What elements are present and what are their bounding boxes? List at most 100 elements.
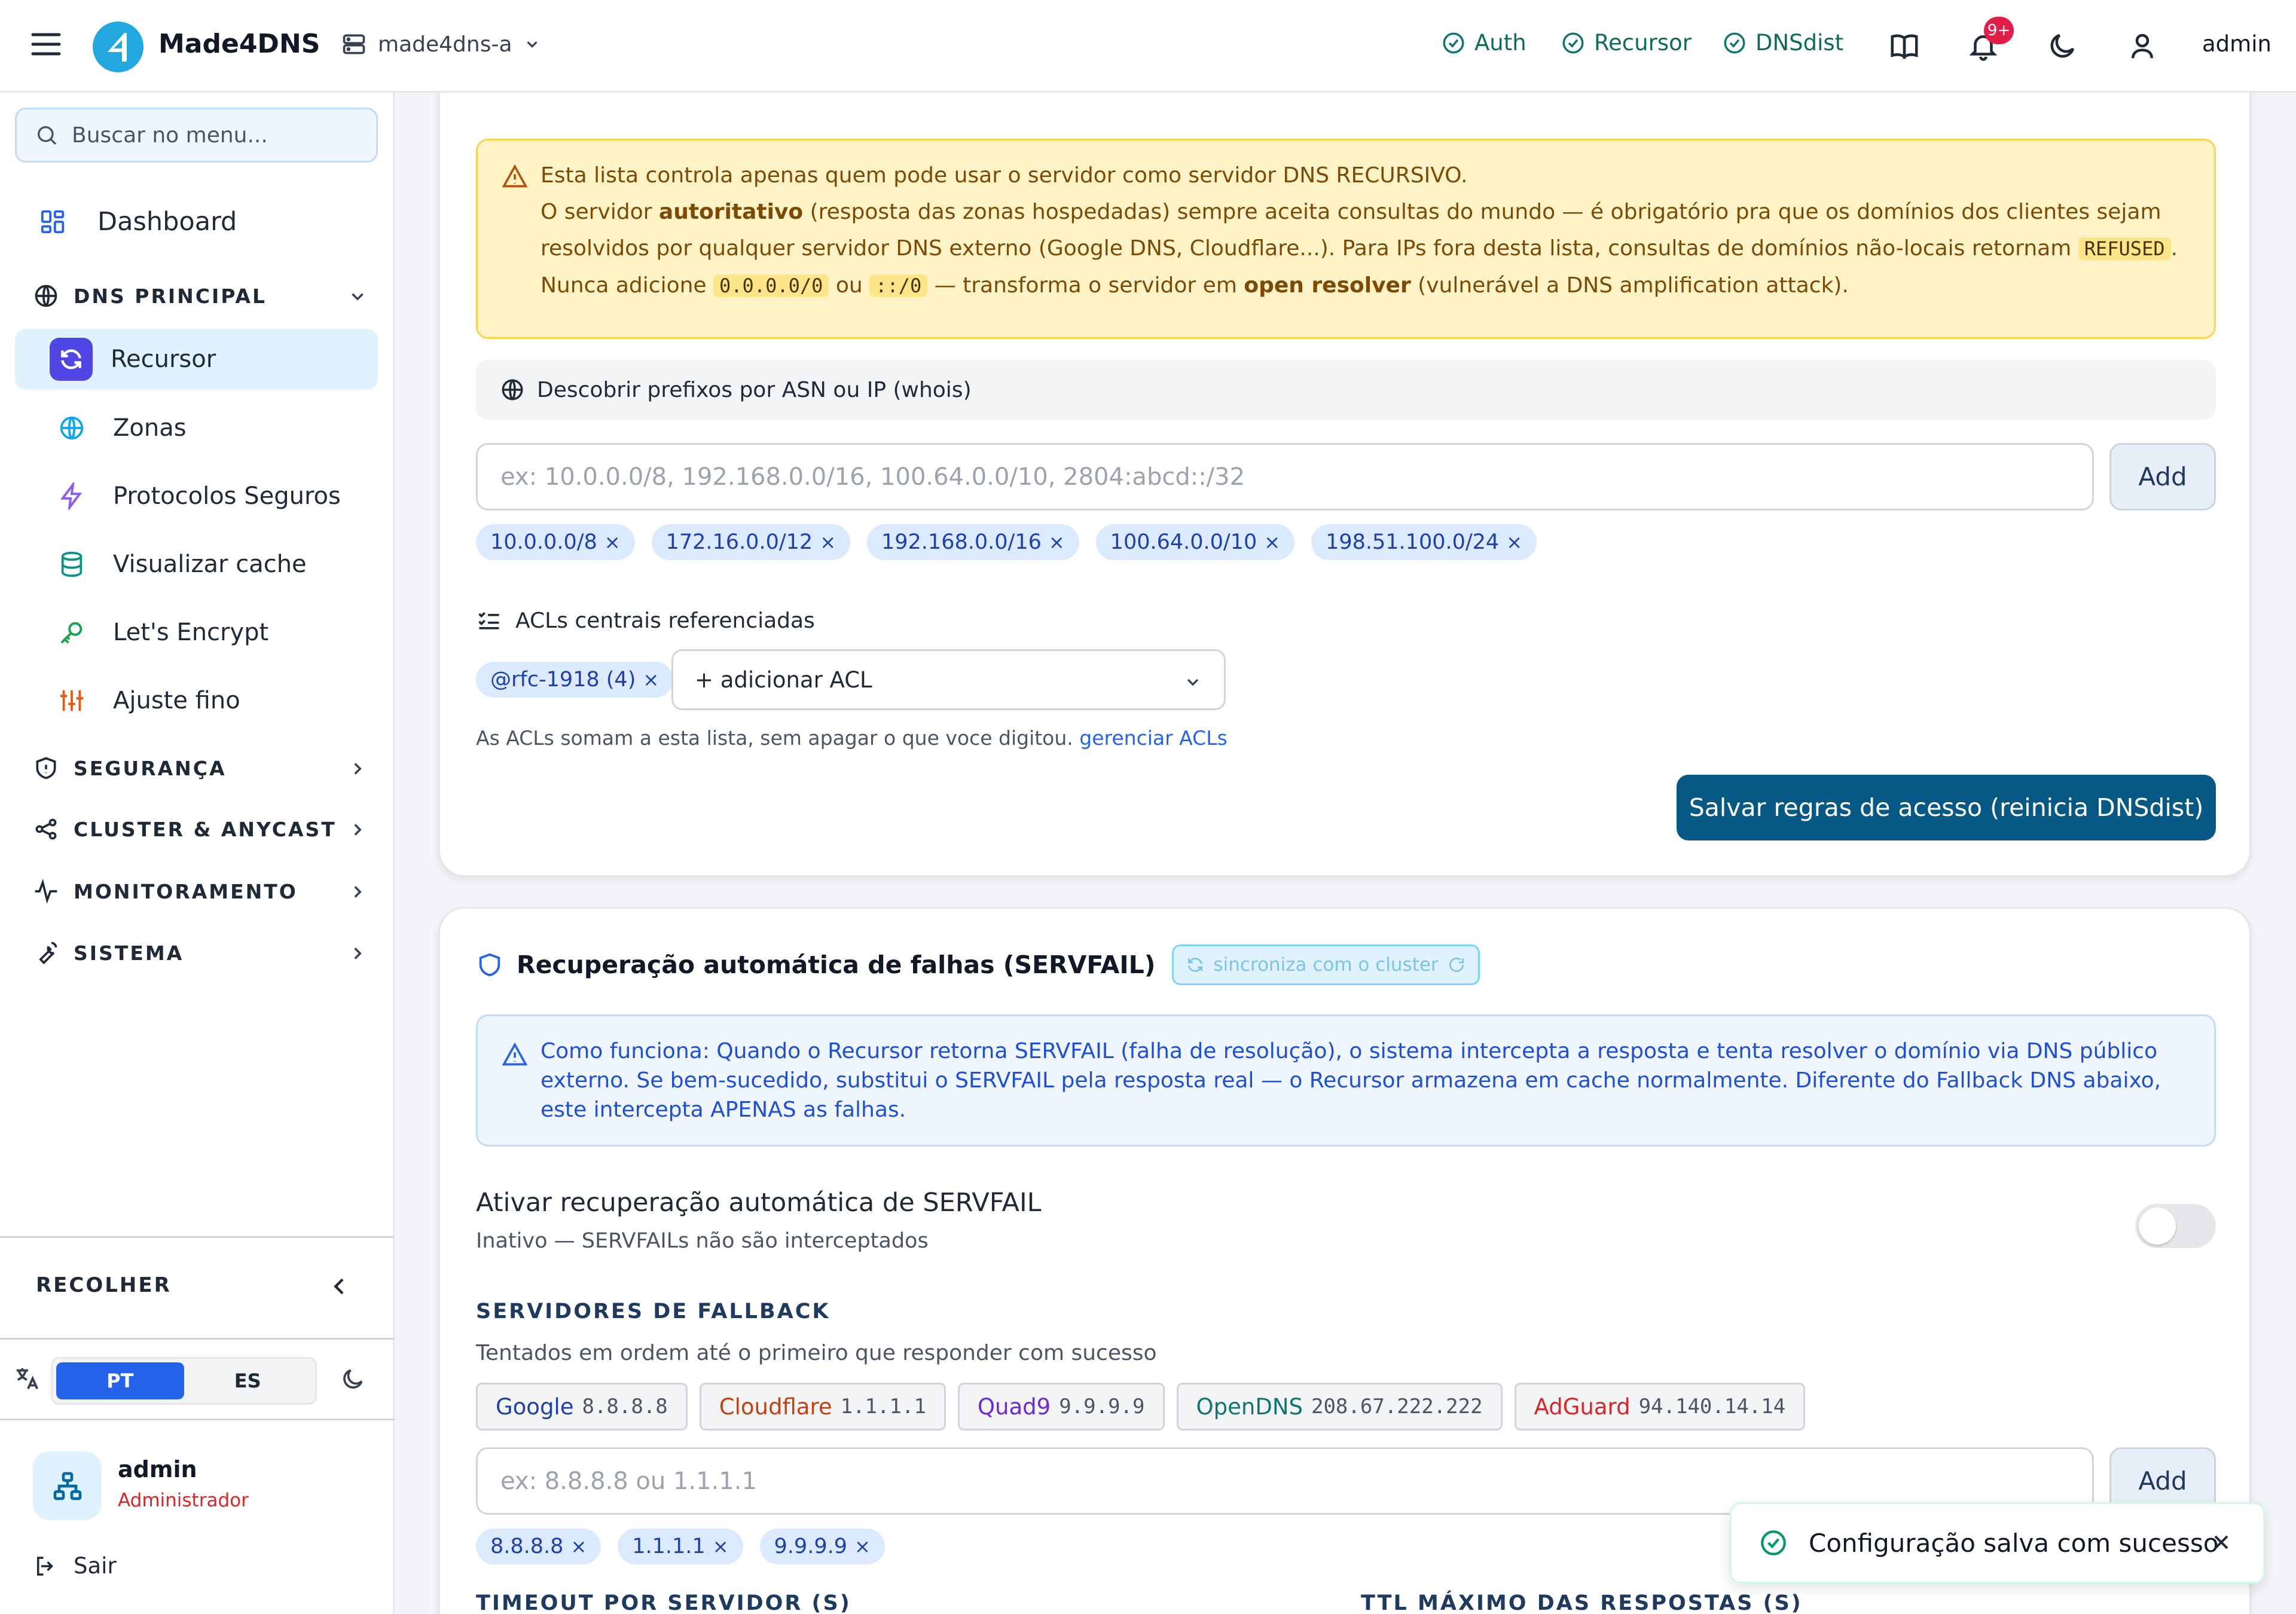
sidebar-item-recursor[interactable]: Recursor (15, 329, 378, 390)
refresh-icon (1449, 957, 1464, 972)
add-prefix-button[interactable]: Add (2109, 443, 2216, 511)
sidebar-item-protocolos[interactable]: Protocolos Seguros (15, 466, 378, 527)
manage-acls-link[interactable]: gerenciar ACLs (1079, 726, 1228, 750)
servfail-info: Como funciona: Quando o Recursor retorna… (476, 1014, 2216, 1147)
menu-search[interactable]: Buscar no menu... (15, 108, 378, 163)
section-dns-principal[interactable]: DNS PRINCIPAL (33, 283, 368, 309)
remove-chip-icon[interactable]: × (713, 1535, 729, 1558)
chevron-right-icon (354, 947, 362, 959)
bolt-icon (60, 482, 83, 510)
remove-chip-icon[interactable]: × (1049, 531, 1065, 554)
share-icon (35, 818, 57, 840)
whois-lookup-button[interactable]: Descobrir prefixos por ASN ou IP (whois) (476, 360, 2216, 420)
chevron-right-icon (354, 824, 362, 836)
close-icon[interactable] (2209, 1530, 2233, 1554)
section-monitoramento[interactable]: MONITORAMENTO (33, 878, 368, 904)
preset-cloudflare[interactable]: Cloudflare 1.1.1.1 (699, 1383, 946, 1430)
remove-chip-icon[interactable]: × (820, 531, 836, 554)
fallback-chip: 8.8.8.8 × (476, 1529, 602, 1564)
fallback-subtitle: Tentados em ordem até o primeiro que res… (476, 1341, 1157, 1365)
globe-icon (60, 416, 84, 440)
acl-note: As ACLs somam a esta lista, sem apagar o… (476, 726, 1228, 750)
grid-icon (41, 210, 65, 234)
sidebar-item-ajuste[interactable]: Ajuste fino (15, 670, 378, 731)
lang-pt[interactable]: PT (56, 1362, 184, 1399)
status-dnsdist[interactable]: DNSdist (1722, 30, 1843, 56)
avatar (33, 1451, 102, 1520)
sidebar-item-cache[interactable]: Visualizar cache (15, 534, 378, 595)
moon-icon[interactable] (340, 1366, 366, 1392)
acl-chips: @rfc-1918 (4) × (476, 662, 674, 698)
sync-badge: sincroniza com o cluster (1172, 944, 1480, 985)
section-sistema[interactable]: SISTEMA (33, 940, 368, 966)
prefix-chip: 10.0.0.0/8 × (476, 524, 635, 560)
servfail-toggle[interactable] (2135, 1204, 2216, 1248)
chevron-right-icon (354, 763, 362, 775)
sidebar-divider (0, 1338, 395, 1340)
chevron-left-icon[interactable] (328, 1273, 352, 1300)
prefix-chip: 100.64.0.0/10 × (1095, 524, 1295, 560)
preset-adguard[interactable]: AdGuard 94.140.14.14 (1514, 1383, 1806, 1430)
acl-header: ACLs centrais referenciadas (476, 607, 815, 634)
status-auth[interactable]: Auth (1441, 30, 1526, 56)
translate-icon (16, 1368, 39, 1390)
warning-icon (502, 164, 528, 188)
preset-google[interactable]: Google 8.8.8.8 (476, 1383, 688, 1430)
sidebar-username: admin (118, 1456, 197, 1482)
remove-chip-icon[interactable]: × (643, 668, 659, 691)
sidebar-item-dashboard[interactable]: Dashboard (15, 191, 378, 252)
sidebar-item-zonas[interactable]: Zonas (15, 398, 378, 458)
toggle-knob (2139, 1208, 2176, 1245)
brand-name: Made4DNS (158, 29, 320, 59)
header-username[interactable]: admin (2202, 31, 2271, 57)
prefix-chip: 198.51.100.0/24 × (1311, 524, 1537, 560)
sidebar: Buscar no menu... Dashboard DNS PRINCIPA… (0, 93, 395, 1614)
refresh-icon (50, 338, 93, 381)
globe-icon (502, 379, 523, 401)
fallback-chips: 8.8.8.8 × 1.1.1.1 × 9.9.9.9 × (476, 1529, 885, 1564)
remove-chip-icon[interactable]: × (1506, 531, 1522, 554)
fallback-chip: 9.9.9.9 × (759, 1529, 885, 1564)
prefix-input[interactable]: ex: 10.0.0.0/8, 192.168.0.0/16, 100.64.0… (476, 443, 2094, 511)
success-toast: Configuração salva com sucesso (1730, 1502, 2265, 1584)
list-check-icon (478, 612, 499, 629)
recursive-warning: Esta lista controla apenas quem pode usa… (476, 139, 2216, 339)
logout-button[interactable]: Sair (33, 1553, 117, 1579)
brand-logo (93, 22, 144, 72)
preset-quad9[interactable]: Quad9 9.9.9.9 (957, 1383, 1165, 1430)
remove-chip-icon[interactable]: × (604, 531, 621, 554)
section-seguranca[interactable]: SEGURANÇA (33, 755, 368, 781)
preset-opendns[interactable]: OpenDNS 208.67.222.222 (1176, 1383, 1503, 1430)
check-circle-icon (1562, 32, 1584, 53)
moon-icon[interactable] (2046, 30, 2078, 62)
check-circle-icon (1443, 32, 1464, 53)
save-access-rules-button[interactable]: Salvar regras de acesso (reinicia DNSdis… (1677, 775, 2216, 840)
server-selector[interactable]: made4dns-a (341, 31, 541, 57)
servfail-toggle-label: Ativar recuperação automática de SERVFAI… (476, 1188, 1042, 1218)
fallback-chip: 1.1.1.1 × (618, 1529, 743, 1564)
lang-es[interactable]: ES (184, 1362, 312, 1399)
collapse-label[interactable]: RECOLHER (36, 1273, 172, 1297)
acl-chip: @rfc-1918 (4) × (476, 662, 674, 698)
status-recursor[interactable]: Recursor (1561, 30, 1692, 56)
user-icon[interactable] (2126, 30, 2158, 62)
remove-chip-icon[interactable]: × (570, 1535, 587, 1558)
servfail-title-row: Recuperação automática de falhas (SERVFA… (476, 944, 1480, 985)
check-circle-icon (1724, 32, 1745, 53)
server-icon (343, 34, 365, 54)
globe-icon (35, 285, 57, 307)
fallback-presets: Google 8.8.8.8 Cloudflare 1.1.1.1 Quad9 9.9… (476, 1383, 1806, 1430)
servfail-toggle-status: Inativo — SERVFAILs não são interceptado… (476, 1229, 929, 1253)
add-acl-select[interactable]: + adicionar ACL (671, 649, 1226, 710)
top-bar: Made4DNS made4dns-a Auth Recursor DNSdis… (0, 0, 2296, 93)
remove-chip-icon[interactable]: × (854, 1535, 871, 1558)
section-cluster[interactable]: CLUSTER & ANYCAST (33, 816, 368, 842)
book-icon[interactable] (1888, 30, 1921, 62)
search-icon (38, 126, 57, 145)
remove-chip-icon[interactable]: × (1264, 531, 1280, 554)
activity-icon (35, 879, 57, 904)
sidebar-item-letsencrypt[interactable]: Let's Encrypt (15, 602, 378, 663)
menu-icon[interactable] (31, 32, 61, 56)
timeout-label: TIMEOUT POR SERVIDOR (S) (476, 1591, 851, 1614)
logout-icon (37, 1556, 53, 1576)
